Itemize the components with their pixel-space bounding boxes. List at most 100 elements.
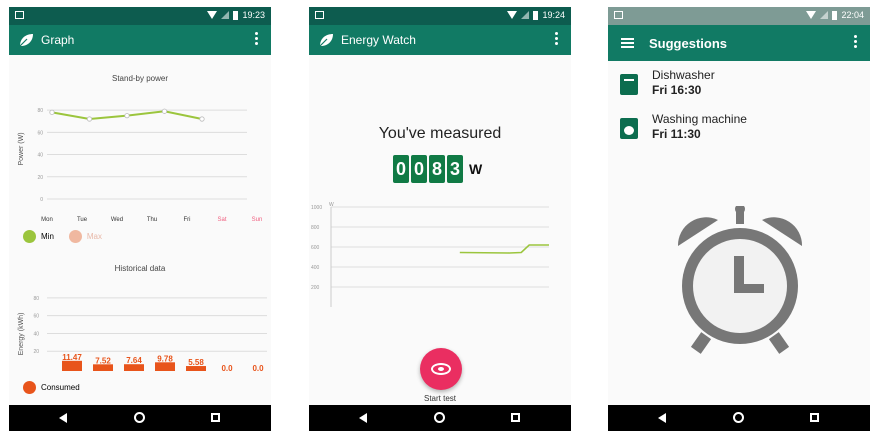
counter-digit: 8 xyxy=(429,155,445,183)
home-icon[interactable] xyxy=(134,412,145,423)
legend-max-swatch xyxy=(68,230,82,243)
y-tick-label: 60 xyxy=(37,130,43,136)
y-tick-label: 20 xyxy=(37,175,43,181)
legend-min-swatch xyxy=(23,230,36,243)
x-tick-label: Sat xyxy=(217,217,226,223)
historical-data-chart: Historical data Energy (kWh) 80 60 40 20 11.47… xyxy=(18,264,267,373)
legend: Min Max xyxy=(23,230,102,243)
x-tick-label: Fri xyxy=(184,217,191,223)
x-tick-label: Thu xyxy=(147,217,157,223)
y-tick-label: 800 xyxy=(311,225,320,231)
signal-icon xyxy=(521,11,530,19)
data-point xyxy=(86,116,93,122)
notification-icon xyxy=(15,11,24,19)
bar-value-label: 0.0 xyxy=(252,364,264,373)
suggestions-screen: 22:04 Suggestions Dishwasher Fri 16:30 W… xyxy=(608,7,870,431)
suggestion-name: Dishwasher xyxy=(652,68,715,82)
recents-icon[interactable] xyxy=(511,413,520,422)
consumed-bar xyxy=(124,364,144,371)
y-tick-label: 1000 xyxy=(311,205,322,211)
consumed-bar xyxy=(155,362,175,371)
recents-icon[interactable] xyxy=(810,413,819,422)
screen-title: Suggestions xyxy=(649,36,728,51)
more-vert-icon[interactable] xyxy=(255,32,259,48)
recents-icon[interactable] xyxy=(211,413,220,422)
live-power-chart: W1000800600400200 xyxy=(311,202,549,307)
y-tick-label: 0 xyxy=(40,197,43,203)
y-axis-label: Power (W) xyxy=(18,132,25,165)
start-test-button[interactable] xyxy=(420,348,462,390)
y-tick-label: 200 xyxy=(311,285,320,291)
legend-max-label: Max xyxy=(86,232,103,241)
back-icon[interactable] xyxy=(59,413,67,423)
app-bar: Suggestions xyxy=(608,25,870,61)
x-tick-label: Tue xyxy=(77,217,88,223)
hamburger-icon[interactable] xyxy=(621,38,634,48)
legend-consumed-swatch xyxy=(23,381,36,394)
data-point xyxy=(199,116,205,122)
data-point xyxy=(124,113,130,119)
counter-digit: 0 xyxy=(393,155,409,183)
battery-icon xyxy=(533,10,539,20)
status-time: 22:04 xyxy=(841,10,864,20)
wifi-icon xyxy=(507,11,518,19)
back-icon[interactable] xyxy=(359,413,367,423)
y-tick-label: 600 xyxy=(311,245,320,251)
y-tick-label: 80 xyxy=(33,296,39,302)
counter-unit: W xyxy=(469,161,483,177)
washing-machine-icon xyxy=(620,118,638,139)
x-tick-label: Mon xyxy=(41,217,53,223)
suggestion-name: Washing machine xyxy=(652,112,747,126)
legend-min-label: Min xyxy=(41,232,54,241)
energy-watch-screen: 19:24 Energy Watch You've measured 0 0 8… xyxy=(309,7,571,431)
more-vert-icon[interactable] xyxy=(555,32,559,48)
legend-consumed: Consumed xyxy=(23,381,80,394)
battery-icon xyxy=(233,10,239,20)
bar-value-label: 5.58 xyxy=(188,358,204,367)
signal-icon xyxy=(221,11,230,19)
home-icon[interactable] xyxy=(434,412,445,423)
graph-screen: 19:23 Graph Stand-by power Power (W) 80 60 4… xyxy=(9,7,271,431)
y-tick-label: 80 xyxy=(37,108,43,114)
nav-bar xyxy=(608,405,870,431)
eye-icon xyxy=(431,363,451,375)
power-counter: 0 0 8 3 W xyxy=(393,155,482,183)
chart-title: Stand-by power xyxy=(112,74,168,83)
bar-value-label: 7.64 xyxy=(126,356,142,365)
status-time: 19:24 xyxy=(542,10,565,20)
app-bar: Graph xyxy=(9,25,271,55)
leaf-icon[interactable] xyxy=(18,32,34,48)
screen-title: Graph xyxy=(41,33,75,47)
power-series-line xyxy=(459,244,549,254)
legend-consumed-label: Consumed xyxy=(41,383,80,392)
wifi-icon xyxy=(806,11,817,19)
status-bar: 19:23 xyxy=(9,7,271,25)
status-bar: 19:24 xyxy=(309,7,571,25)
measured-label: You've measured xyxy=(378,125,502,142)
home-icon[interactable] xyxy=(733,412,744,423)
bar-value-label: 11.47 xyxy=(62,353,82,362)
battery-icon xyxy=(832,10,838,20)
nav-bar xyxy=(9,405,271,431)
app-bar: Energy Watch xyxy=(309,25,571,55)
notification-icon xyxy=(315,11,324,19)
x-tick-label: Sun xyxy=(252,217,263,223)
status-bar: 22:04 xyxy=(608,7,870,25)
y-tick-label: 60 xyxy=(33,314,39,320)
suggestion-time: Fri 16:30 xyxy=(652,83,702,97)
x-tick-label: Wed xyxy=(111,217,123,223)
back-icon[interactable] xyxy=(658,413,666,423)
nav-bar xyxy=(309,405,571,431)
data-point xyxy=(161,108,168,114)
counter-digit: 0 xyxy=(411,155,427,183)
standby-power-chart: Stand-by power Power (W) 80 60 40 20 0 Mon Tue We… xyxy=(18,74,263,223)
y-tick-label: 400 xyxy=(311,265,320,271)
suggestion-time: Fri 11:30 xyxy=(652,127,701,141)
status-time: 19:23 xyxy=(242,10,265,20)
y-tick-label: 40 xyxy=(33,331,39,337)
more-vert-icon[interactable] xyxy=(854,35,858,51)
signal-icon xyxy=(820,11,829,19)
leaf-icon[interactable] xyxy=(318,32,334,48)
notification-icon xyxy=(614,11,623,19)
bar-value-label: 9.78 xyxy=(157,354,173,363)
